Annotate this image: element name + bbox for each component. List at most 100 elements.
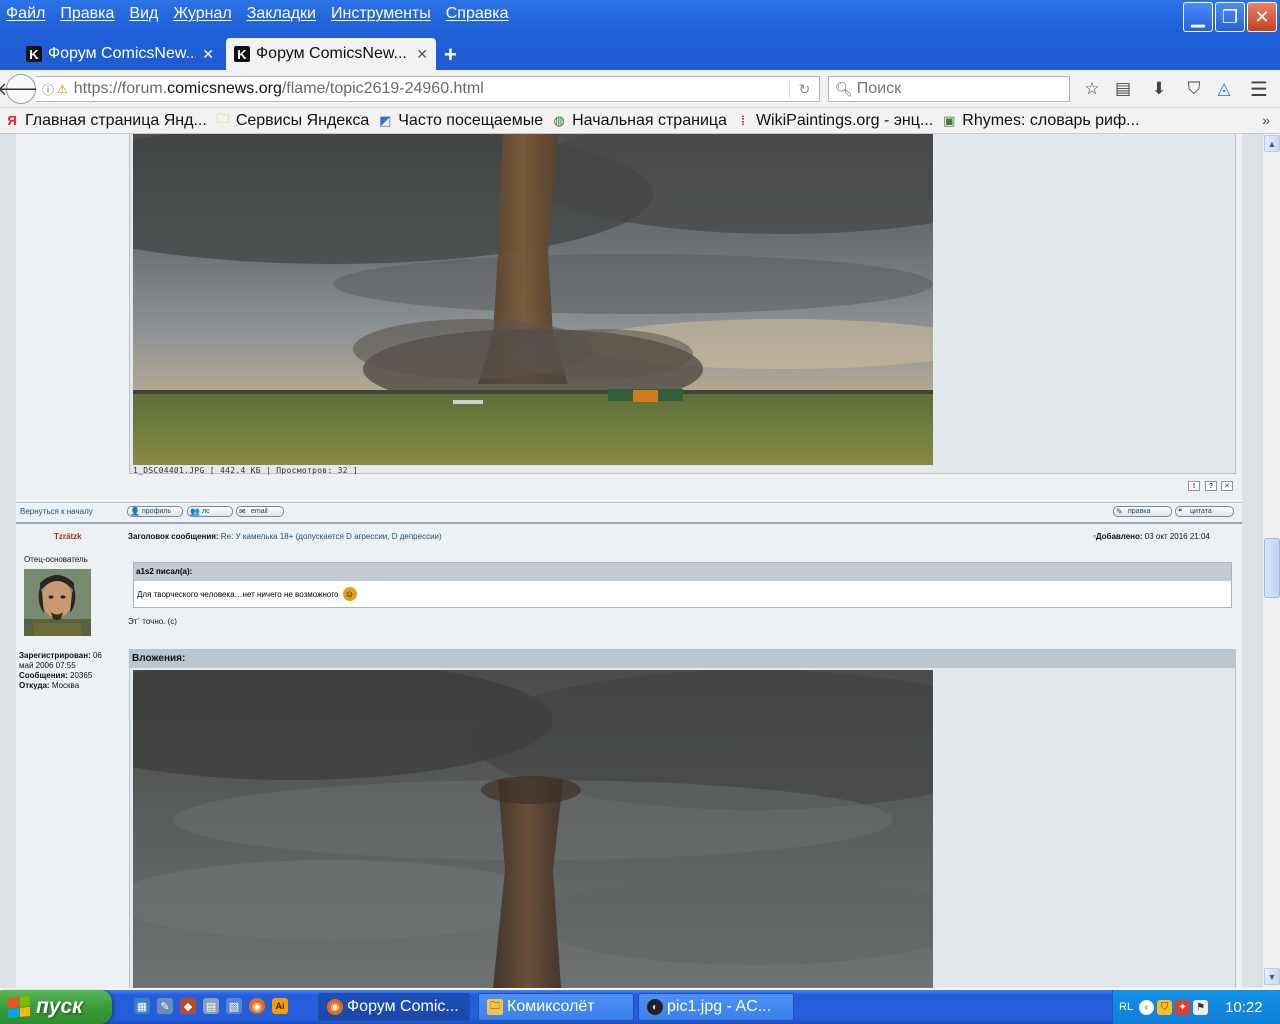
edit-button[interactable]: ✎ правка: [1113, 506, 1172, 517]
folder-icon: 🗀: [487, 999, 503, 1015]
menu-tools[interactable]: Инструменты: [331, 5, 431, 23]
avatar[interactable]: [24, 569, 91, 636]
menu-bar: Файл Правка Вид Журнал Закладки Инструме…: [0, 0, 524, 28]
sync-icon[interactable]: ◬: [1212, 78, 1236, 100]
windows-taskbar: пуск ▦ ✎ ◆ ▤ ▧ ◉ Ai ◉ Форум Comic... 🗀 К…: [0, 990, 1280, 1024]
bookmarks-toolbar: Я Главная страница Янд... 🗀 Сервисы Яндекс…: [0, 108, 1280, 134]
menu-history[interactable]: Журнал: [173, 5, 231, 23]
search-input[interactable]: [856, 80, 1057, 98]
tab-close-icon[interactable]: ✕: [416, 46, 428, 63]
task-acdsee[interactable]: ◐ pic1.jpg - AC...: [638, 993, 794, 1021]
url-text[interactable]: https://forum.comicsnews.org/flame/topic…: [74, 80, 789, 98]
delete-post-icon[interactable]: ✕: [1221, 481, 1233, 491]
folder-icon: 🗀: [216, 110, 230, 126]
quote-button[interactable]: ❝ цитата: [1175, 506, 1234, 517]
post-subject: Заголовок сообщения: Re: У камелька 18+ …: [128, 532, 442, 541]
wikipaintings-icon: ⦙: [741, 112, 745, 128]
page-viewport: 1_DSC04401.JPG [ 442.4 КБ | Просмотров: …: [0, 134, 1262, 988]
menu-edit[interactable]: Правка: [60, 5, 114, 23]
new-tab-button[interactable]: +: [444, 42, 457, 68]
yandex-icon: Я: [7, 113, 17, 128]
quote-icon: ❝: [1178, 507, 1183, 516]
minimize-button[interactable]: ▁: [1183, 2, 1213, 32]
pm-button[interactable]: 👥 лс: [187, 506, 233, 517]
bookmarks-overflow-icon[interactable]: »: [1262, 112, 1270, 128]
scroll-down-button[interactable]: ▼: [1264, 968, 1280, 985]
most-visited-icon: ◩: [379, 112, 392, 128]
scroll-up-button[interactable]: ▲: [1264, 135, 1280, 152]
close-window-button[interactable]: ✕: [1247, 2, 1277, 32]
navigation-toolbar: 🡐 ⓘ ⚠ https://forum.comicsnews.org/flame…: [0, 70, 1280, 108]
registered-info: Зарегистрирован: 06: [19, 651, 102, 660]
report-icon[interactable]: !: [1188, 481, 1200, 491]
tab-forum-2[interactable]: K Форум ComicsNew... ✕: [226, 38, 436, 70]
menu-file[interactable]: Файл: [6, 5, 45, 23]
quicklaunch-app-icon[interactable]: ◆: [180, 998, 196, 1014]
smiley-icon: ☺: [342, 587, 357, 601]
email-icon: ✉: [239, 507, 246, 516]
forum-page: 1_DSC04401.JPG [ 442.4 КБ | Просмотров: …: [16, 134, 1242, 988]
post-author[interactable]: Tzrätzk: [54, 532, 82, 541]
tab-label: Форум ComicsNew...: [48, 45, 197, 62]
attachments-header: Вложения:: [130, 650, 1235, 668]
hamburger-menu-icon[interactable]: ☰: [1247, 78, 1271, 101]
quicklaunch-edit-icon[interactable]: ✎: [157, 998, 173, 1014]
profile-button[interactable]: 👤 профиль: [127, 506, 183, 517]
task-firefox[interactable]: ◉ Форум Comic...: [318, 993, 470, 1021]
acdsee-icon: ◐: [647, 999, 663, 1015]
firefox-quicklaunch-icon[interactable]: ◉: [249, 998, 265, 1014]
start-button[interactable]: пуск: [0, 990, 112, 1024]
posts-count: Сообщения: 20365: [19, 671, 93, 680]
comicsnews-favicon-icon: K: [234, 46, 250, 62]
post-body-text: Эт´ точно. (с): [128, 617, 177, 626]
scrollbar-thumb[interactable]: [1264, 538, 1280, 598]
profile-icon: 👤: [130, 507, 140, 516]
task-folder[interactable]: 🗀 Комиксолёт: [478, 993, 634, 1021]
show-desktop-icon[interactable]: ▦: [134, 998, 150, 1014]
address-bar[interactable]: ⓘ ⚠ https://forum.comicsnews.org/flame/t…: [36, 76, 820, 102]
downloads-icon[interactable]: ⬇: [1147, 78, 1171, 100]
menu-help[interactable]: Справка: [446, 5, 509, 23]
search-bar[interactable]: 🔍︎: [828, 76, 1070, 102]
menu-view[interactable]: Вид: [129, 5, 158, 23]
tray-network-icon[interactable]: ⚑: [1193, 999, 1209, 1015]
info-icon[interactable]: ⓘ: [42, 81, 54, 98]
bookmark-yandex-home[interactable]: Я Главная страница Янд...: [4, 112, 206, 130]
back-button[interactable]: 🡐: [0, 74, 45, 104]
bookmark-star-icon[interactable]: ☆: [1080, 78, 1104, 100]
pm-icon: 👥: [190, 507, 200, 516]
tornado-photo-1[interactable]: [133, 134, 933, 465]
reload-icon[interactable]: ↻: [789, 80, 819, 98]
back-to-top-link[interactable]: Вернуться к началу: [20, 507, 93, 516]
edit-icon: ✎: [1116, 507, 1123, 516]
pocket-icon[interactable]: ⛉: [1182, 78, 1206, 100]
bookmark-most-visited[interactable]: ◩ Часто посещаемые: [377, 112, 543, 130]
bookmark-wikipaintings[interactable]: ⦙ WikiPaintings.org - энц...: [735, 112, 933, 130]
bookmark-yandex-services[interactable]: 🗀 Сервисы Яндекса: [215, 110, 369, 130]
clock: 10:22: [1225, 998, 1263, 1016]
post-separator: [16, 522, 1242, 524]
system-tray: RL ‹ ⛉ ✦ ⚑ 10:22: [1112, 990, 1280, 1024]
security-shield-icon[interactable]: ⛉: [1157, 999, 1173, 1015]
tornado-photo-2[interactable]: [133, 670, 933, 988]
book-icon: ▣: [943, 112, 956, 128]
maximize-button[interactable]: ❐: [1215, 2, 1245, 32]
location: Откуда: Москва: [19, 681, 80, 690]
vertical-scrollbar[interactable]: ▲ ▼: [1262, 134, 1280, 988]
tab-close-icon[interactable]: ✕: [202, 46, 214, 63]
bookmark-rhymes[interactable]: ▣ Rhymes: словарь риф...: [941, 112, 1139, 130]
tray-arrow-icon[interactable]: ‹: [1139, 999, 1155, 1015]
quicklaunch-file-icon[interactable]: ▧: [226, 998, 242, 1014]
author-rank: Отец-основатель: [24, 555, 88, 564]
menu-bookmarks[interactable]: Закладки: [247, 5, 316, 23]
reading-list-icon[interactable]: ▤: [1111, 78, 1135, 100]
info-post-icon[interactable]: ?: [1205, 481, 1217, 491]
tray-app-icon[interactable]: ✦: [1175, 999, 1191, 1015]
illustrator-icon[interactable]: Ai: [272, 998, 288, 1014]
language-indicator[interactable]: RL: [1119, 1001, 1133, 1013]
bookmark-start-page[interactable]: ◍ Начальная страница: [551, 112, 726, 130]
email-button[interactable]: ✉ email: [236, 506, 284, 517]
quicklaunch-doc-icon[interactable]: ▤: [203, 998, 219, 1014]
insecure-lock-icon[interactable]: ⚠: [57, 82, 68, 96]
tab-forum-1[interactable]: K Форум ComicsNew... ✕: [18, 38, 222, 70]
